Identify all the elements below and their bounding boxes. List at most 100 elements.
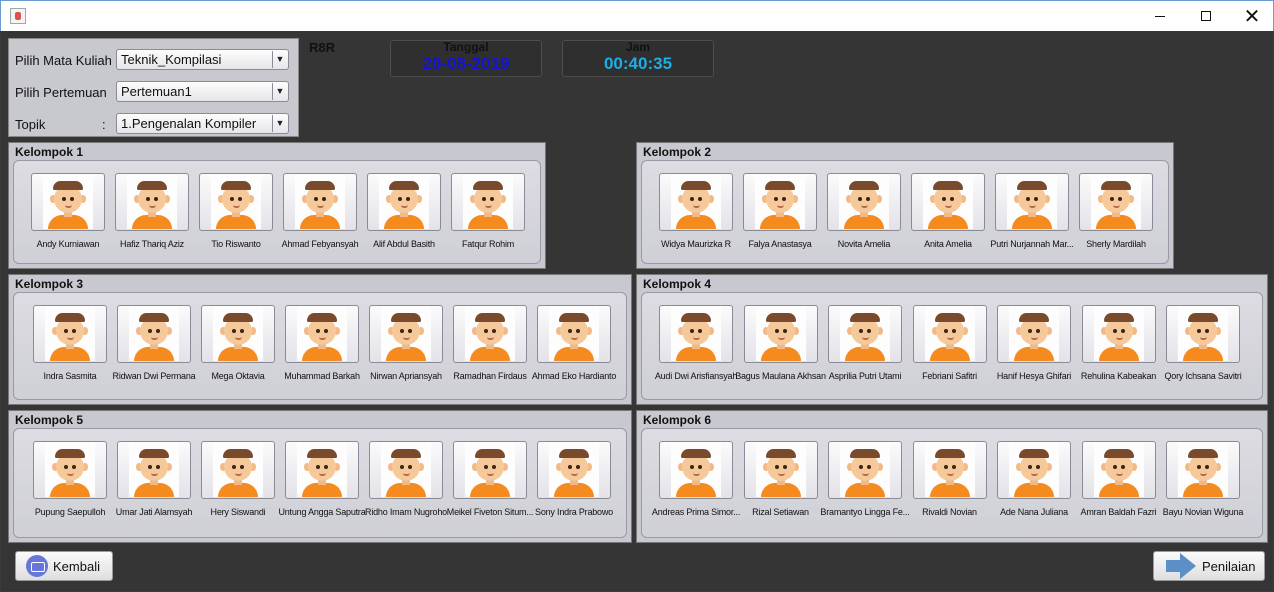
pertemuan-row: Pilih Pertemuan Pertemuan1 ▼	[9, 81, 300, 103]
student-photo-button[interactable]	[31, 173, 105, 231]
maximize-button[interactable]	[1183, 1, 1229, 31]
student-card[interactable]: Qory Ichsana Savitri	[1154, 305, 1252, 381]
student-avatar-icon	[1093, 443, 1144, 497]
student-card[interactable]: Febriani Safitri	[901, 305, 999, 381]
student-card[interactable]: Asprilia Putri Utami	[816, 305, 914, 381]
student-card[interactable]: Bagus Maulana Akhsan	[732, 305, 830, 381]
back-button[interactable]: Kembali	[15, 551, 113, 581]
student-photo-button[interactable]	[115, 173, 189, 231]
student-photo-button[interactable]	[997, 305, 1071, 363]
mata-kuliah-row: Pilih Mata Kuliah Teknik_Kompilasi ▼	[9, 49, 300, 71]
student-photo-button[interactable]	[33, 441, 107, 499]
student-card[interactable]: Amran Baldah Fazri	[1070, 441, 1168, 517]
student-photo-button[interactable]	[743, 305, 818, 363]
student-avatar-icon	[1009, 443, 1059, 497]
student-photo-button[interactable]	[285, 305, 359, 363]
student-card[interactable]: Fatqur Rohim	[439, 173, 537, 249]
student-photo-button[interactable]	[1081, 441, 1156, 499]
student-photo-button[interactable]	[828, 305, 902, 363]
student-name: Sony Indra Prabowo	[535, 507, 613, 517]
student-photo-button[interactable]	[659, 441, 733, 499]
student-name: Ahmad Eko Hardianto	[531, 371, 617, 381]
student-photo-button[interactable]	[912, 441, 987, 499]
chevron-down-icon[interactable]: ▼	[272, 83, 287, 100]
student-card[interactable]: Andreas Prima Simor...	[647, 441, 745, 517]
student-name: Qory Ichsana Savitri	[1164, 371, 1242, 381]
student-photo-button[interactable]	[743, 441, 818, 499]
student-photo-button[interactable]	[201, 441, 275, 499]
student-photo-button[interactable]	[995, 173, 1069, 231]
mata-kuliah-select[interactable]: Teknik_Kompilasi ▼	[116, 49, 289, 70]
student-card[interactable]: Rehulina Kabeakan	[1070, 305, 1168, 381]
minimize-icon	[1155, 15, 1165, 17]
student-avatar-icon	[924, 443, 975, 497]
student-photo-button[interactable]	[537, 305, 611, 363]
topik-colon: :	[102, 117, 106, 132]
student-avatar-icon	[839, 175, 889, 229]
student-name: Audi Dwi Arisfiansyah	[654, 371, 738, 381]
student-photo-button[interactable]	[117, 305, 191, 363]
student-card[interactable]: Rizal Setiawan	[732, 441, 830, 517]
minimize-button[interactable]	[1137, 1, 1183, 31]
student-avatar-icon	[127, 175, 177, 229]
time-display: Jam 00:40:35	[562, 40, 714, 77]
student-card[interactable]: Sherly Mardilah	[1067, 173, 1165, 249]
student-photo-button[interactable]	[659, 305, 733, 363]
student-photo-button[interactable]	[451, 173, 525, 231]
student-photo-button[interactable]	[453, 305, 527, 363]
pertemuan-select[interactable]: Pertemuan1 ▼	[116, 81, 289, 102]
close-button[interactable]: ✕	[1229, 1, 1274, 31]
student-photo-button[interactable]	[369, 305, 443, 363]
student-card[interactable]: Audi Dwi Arisfiansyah	[647, 305, 745, 381]
date-value: 20-08-2019	[422, 54, 510, 73]
student-photo-button[interactable]	[537, 441, 611, 499]
student-photo-button[interactable]	[367, 173, 441, 231]
student-card[interactable]: Ahmad Eko Hardianto	[525, 305, 623, 381]
student-photo-button[interactable]	[369, 441, 443, 499]
student-card[interactable]: Ade Nana Juliana	[985, 441, 1083, 517]
student-avatar-icon	[211, 175, 261, 229]
student-photo-button[interactable]	[828, 441, 902, 499]
student-photo-button[interactable]	[1166, 305, 1240, 363]
student-avatar-icon	[381, 307, 431, 361]
student-photo-button[interactable]	[117, 441, 191, 499]
topik-select[interactable]: 1.Pengenalan Kompiler ▼	[116, 113, 289, 134]
group-panel-2: Kelompok 2 Widya Maurizka R Falya Anastasy…	[636, 142, 1174, 269]
student-card[interactable]: Bramantyo Lingga Fe...	[816, 441, 914, 517]
group-title: Kelompok 1	[15, 145, 84, 159]
group-title: Kelompok 6	[643, 413, 712, 427]
student-photo-button[interactable]	[1081, 305, 1156, 363]
group-panel-5: Kelompok 5 Pupung Saepulloh Umar Jati Alam…	[8, 410, 632, 543]
student-card[interactable]: Rivaldi Novian	[901, 441, 999, 517]
student-avatar-icon	[923, 175, 973, 229]
topik-label: Topik	[15, 117, 46, 132]
student-photo-button[interactable]	[911, 173, 985, 231]
student-name: Andreas Prima Simor...	[651, 507, 741, 517]
student-photo-button[interactable]	[453, 441, 527, 499]
group-title: Kelompok 2	[643, 145, 712, 159]
student-photo-button[interactable]	[283, 173, 357, 231]
student-card[interactable]: Bayu Novian Wiguna	[1154, 441, 1252, 517]
student-photo-button[interactable]	[827, 173, 901, 231]
student-name: Rivaldi Novian	[922, 507, 977, 517]
student-avatar-icon	[295, 175, 345, 229]
student-card[interactable]: Hanif Hesya Ghifari	[985, 305, 1083, 381]
student-avatar-icon	[381, 443, 431, 497]
student-photo-button[interactable]	[912, 305, 987, 363]
student-photo-button[interactable]	[1166, 441, 1240, 499]
penilaian-button[interactable]: Penilaian	[1153, 551, 1265, 581]
student-avatar-icon	[297, 307, 347, 361]
chevron-down-icon[interactable]: ▼	[272, 51, 287, 68]
student-photo-button[interactable]	[997, 441, 1071, 499]
student-photo-button[interactable]	[659, 173, 733, 231]
student-photo-button[interactable]	[743, 173, 817, 231]
student-photo-button[interactable]	[199, 173, 273, 231]
student-photo-button[interactable]	[201, 305, 275, 363]
chevron-down-icon[interactable]: ▼	[272, 115, 287, 132]
student-photo-button[interactable]	[33, 305, 107, 363]
student-avatar-icon	[379, 175, 429, 229]
student-name: Sherly Mardilah	[1086, 239, 1146, 249]
student-card[interactable]: Sony Indra Prabowo	[525, 441, 623, 517]
student-photo-button[interactable]	[285, 441, 359, 499]
student-photo-button[interactable]	[1079, 173, 1153, 231]
